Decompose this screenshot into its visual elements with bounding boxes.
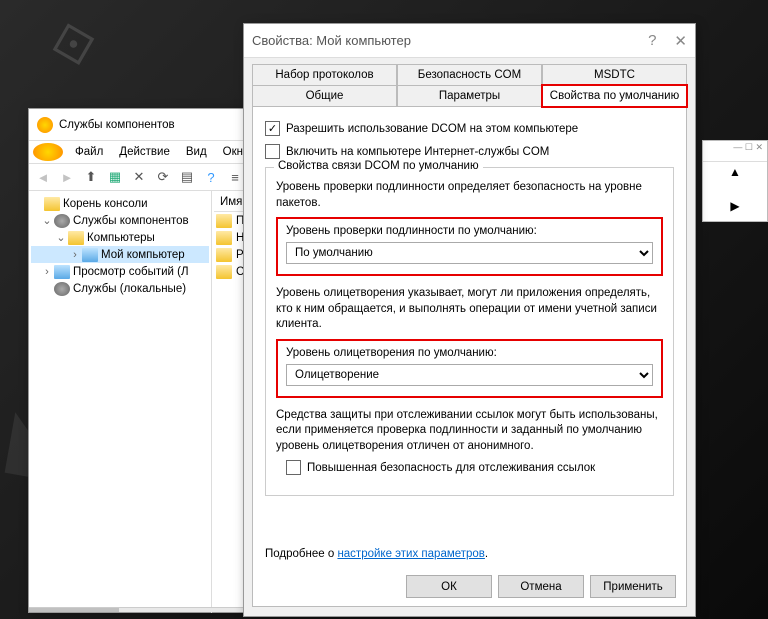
delete-button[interactable]: ✕ [128,166,150,188]
checkbox-icon [265,144,280,159]
desktop-decor: ⟐ [42,5,106,85]
tree-node-my-computer[interactable]: ›Мой компьютер [31,246,209,263]
tree-node-event-viewer[interactable]: ›Просмотр событий (Л [31,263,209,280]
highlight-impersonation-level: Уровень олицетворения по умолчанию: Олиц… [276,339,663,398]
highlight-auth-level: Уровень проверки подлинности по умолчани… [276,217,663,276]
properties-button[interactable]: ▤ [176,166,198,188]
back-button: ◄ [32,166,54,188]
tree-node-services[interactable]: Службы (локальные) [31,280,209,297]
refresh-button[interactable]: ⟳ [152,166,174,188]
window-controls-stub: — ☐ ✕ [703,141,767,162]
tab-msdtc[interactable]: MSDTC [542,64,687,85]
actions-pane: — ☐ ✕ ▲ ▶ [702,140,768,222]
groupbox-legend: Свойства связи DCOM по умолчанию [274,160,483,172]
dialog-title: Свойства: Мой компьютер [252,33,411,48]
menu-file[interactable]: Файл [67,144,111,160]
app-icon [37,117,53,133]
dialog-content: ✓Разрешить использование DCOM на этом ко… [252,107,687,607]
checkbox-enable-com-internet[interactable]: Включить на компьютере Интернет-службы C… [265,144,674,159]
help-button[interactable]: ? [200,166,222,188]
tree-node-component-services[interactable]: ⌄Службы компонентов [31,212,209,229]
tree-node-computers[interactable]: ⌄Компьютеры [31,229,209,246]
app-icon-small [33,143,63,161]
tree-root[interactable]: Корень консоли [31,195,209,212]
show-hide-button[interactable]: ▦ [104,166,126,188]
mmc-title: Службы компонентов [59,119,175,131]
auth-level-description: Уровень проверки подлинности определяет … [276,180,663,211]
checkbox-icon [286,460,301,475]
menu-view[interactable]: Вид [178,144,215,160]
apply-button[interactable]: Применить [590,575,676,598]
more-info: Подробнее о настройке этих параметров. [265,548,488,560]
tracking-description: Средства защиты при отслеживании ссылок … [276,408,663,455]
auth-level-label: Уровень проверки подлинности по умолчани… [286,225,653,237]
tab-strip: Набор протоколов Безопасность COM MSDTC … [252,64,687,107]
groupbox-dcom-defaults: Свойства связи DCOM по умолчанию Уровень… [265,167,674,496]
scroll-right-arrow[interactable]: ▶ [703,196,767,216]
dialog-titlebar[interactable]: Свойства: Мой компьютер ? ✕ [244,24,695,58]
auth-level-select[interactable]: По умолчанию [286,242,653,264]
settings-help-link[interactable]: настройке этих параметров [337,548,484,560]
help-icon[interactable]: ? [648,32,656,50]
scrollbar-thumb[interactable] [29,608,119,612]
impersonation-label: Уровень олицетворения по умолчанию: [286,347,653,359]
scroll-up-arrow[interactable]: ▲ [703,162,767,182]
tab-com-security[interactable]: Безопасность COM [397,64,542,85]
ok-button[interactable]: ОК [406,575,492,598]
close-icon[interactable]: ✕ [674,32,687,50]
impersonation-select[interactable]: Олицетворение [286,364,653,386]
tab-general[interactable]: Общие [252,85,397,107]
checkbox-tracking-security[interactable]: Повышенная безопасность для отслеживания… [286,460,663,475]
forward-button: ► [56,166,78,188]
impersonation-description: Уровень олицетворения указывает, могут л… [276,286,663,333]
up-button[interactable]: ⬆ [80,166,102,188]
checkbox-icon: ✓ [265,121,280,136]
menu-action[interactable]: Действие [111,144,178,160]
checkbox-enable-dcom[interactable]: ✓Разрешить использование DCOM на этом ко… [265,121,674,136]
tab-options[interactable]: Параметры [397,85,542,107]
tab-protocols[interactable]: Набор протоколов [252,64,397,85]
properties-dialog: Свойства: Мой компьютер ? ✕ Набор проток… [243,23,696,617]
tree-pane: Корень консоли ⌄Службы компонентов ⌄Комп… [29,191,212,613]
tab-default-properties[interactable]: Свойства по умолчанию [542,85,687,107]
cancel-button[interactable]: Отмена [498,575,584,598]
